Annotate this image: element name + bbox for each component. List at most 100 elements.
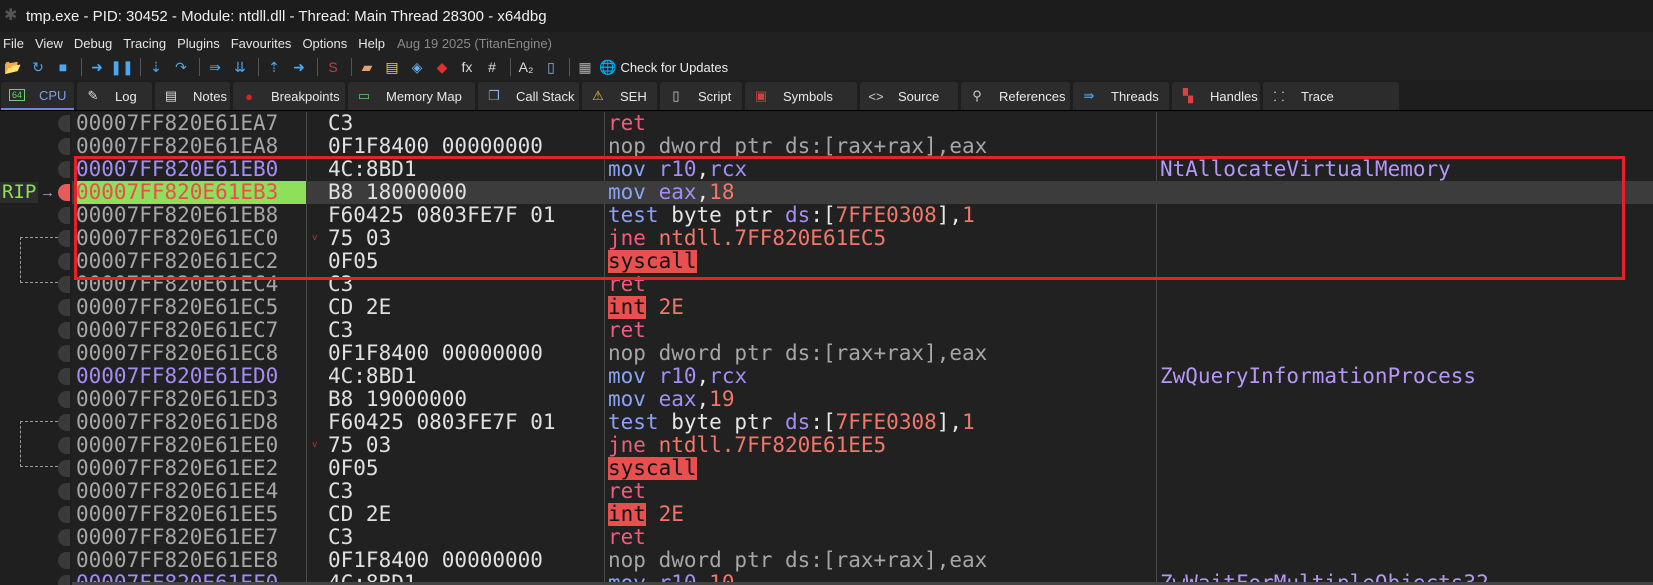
instruction-token: nop dword ptr ds:[rax+rax],eax bbox=[608, 549, 988, 572]
step-over-button[interactable]: ↷ bbox=[170, 57, 192, 77]
bookmark-button[interactable]: ◆ bbox=[431, 57, 453, 77]
disassembly-row[interactable]: 00007FF820E61EE5 CD 2E int 2E bbox=[72, 503, 1653, 526]
disassembly-row[interactable]: 00007FF820E61EC0 v 75 03 jne ntdll.7FF820E6… bbox=[72, 227, 1653, 250]
disassembly-row[interactable]: 00007FF820E61EC2 0F05 syscall bbox=[72, 250, 1653, 273]
disassembly-row[interactable]: 00007FF820E61EE0 v 75 03 jne ntdll.7FF820E6… bbox=[72, 434, 1653, 457]
toolbar-separator bbox=[199, 58, 200, 76]
open-button[interactable]: 📂 bbox=[2, 57, 24, 77]
disassembly-row[interactable]: 00007FF820E61EC8 0F1F8400 00000000 nop dwo… bbox=[72, 342, 1653, 365]
menu-favourites[interactable]: Favourites bbox=[228, 36, 300, 51]
disassembly-row[interactable]: 00007FF820E61ED3 B8 19000000 mov eax,19 bbox=[72, 388, 1653, 411]
tab-breakpoints[interactable]: ● Breakpoints bbox=[233, 82, 345, 110]
breakpoint-toggle[interactable] bbox=[58, 552, 70, 569]
instruction-token: :[ bbox=[810, 204, 836, 227]
tab-call-stack[interactable]: ❐ Call Stack bbox=[478, 82, 579, 110]
tab-references[interactable]: ⚲ References bbox=[961, 82, 1070, 110]
pause-button[interactable]: ❚❚ bbox=[110, 57, 133, 77]
breakpoint-toggle[interactable] bbox=[58, 575, 70, 585]
log-icon: ✎ bbox=[87, 88, 99, 103]
tab-notes[interactable]: ▤ Notes bbox=[155, 82, 230, 110]
breakpoint-toggle[interactable] bbox=[58, 345, 70, 362]
disassembly-row[interactable]: 00007FF820E61EC4 C3 ret bbox=[72, 273, 1653, 296]
breakpoint-toggle[interactable] bbox=[58, 506, 70, 523]
run-button[interactable]: ➜ bbox=[86, 57, 108, 77]
trace-into-button[interactable]: ⇛ bbox=[204, 57, 226, 77]
tab-script[interactable]: ▯ Script bbox=[660, 82, 742, 110]
comment-cell bbox=[1158, 480, 1653, 503]
stop-button[interactable]: ■ bbox=[52, 57, 74, 77]
breakpoint-toggle[interactable] bbox=[58, 460, 70, 477]
breakpoint-toggle[interactable] bbox=[58, 276, 70, 293]
disassembly-row[interactable]: 00007FF820E61EB8 F60425 0803FE7F 01 test b… bbox=[72, 204, 1653, 227]
breakpoint-toggle[interactable] bbox=[58, 529, 70, 546]
disassembly-row[interactable]: 00007FF820E61EE2 0F05 syscall bbox=[72, 457, 1653, 480]
instruction-token: mov bbox=[608, 388, 659, 411]
menu-options[interactable]: Options bbox=[299, 36, 355, 51]
calculator-button[interactable]: ▦ bbox=[574, 57, 596, 77]
memory-button[interactable]: ▯ bbox=[540, 57, 562, 77]
comment-button[interactable]: ▤ bbox=[381, 57, 403, 77]
check-updates-button[interactable]: 🌐 Check for Updates bbox=[599, 57, 728, 77]
breakpoint-toggle[interactable] bbox=[58, 368, 70, 385]
patch-button[interactable]: ▰ bbox=[356, 57, 378, 77]
breakpoint-toggle[interactable] bbox=[58, 391, 70, 408]
disassembly-row[interactable]: 00007FF820E61EA7 C3 ret bbox=[72, 112, 1653, 135]
disassembly-row[interactable]: 00007FF820E61EB3 B8 18000000 mov eax,18 bbox=[72, 181, 1653, 204]
breakpoint-toggle[interactable] bbox=[58, 299, 70, 316]
breakpoint-toggle[interactable] bbox=[58, 207, 70, 224]
disassembly-row[interactable]: 00007FF820E61ED0 4C:8BD1 mov r10,rcx ZwQuer… bbox=[72, 365, 1653, 388]
menu-debug[interactable]: Debug bbox=[71, 36, 120, 51]
run-to-user-code-button[interactable]: ➜ bbox=[288, 57, 310, 77]
disassembly-row[interactable]: 00007FF820E61EB0 4C:8BD1 mov r10,rcx NtAllo… bbox=[72, 158, 1653, 181]
hash-button[interactable]: # bbox=[481, 57, 503, 77]
breakpoint-toggle[interactable] bbox=[58, 138, 70, 155]
execute-till-return-button[interactable]: ⇡ bbox=[263, 57, 285, 77]
instruction-cell: syscall bbox=[606, 250, 1154, 273]
breakpoint-toggle[interactable] bbox=[58, 437, 70, 454]
menu-help[interactable]: Help bbox=[355, 36, 393, 51]
trace-over-button[interactable]: ⇊ bbox=[229, 57, 251, 77]
label-button[interactable]: ◈ bbox=[406, 57, 428, 77]
step-into-button[interactable]: ⇣ bbox=[145, 57, 167, 77]
function-button[interactable]: fx bbox=[456, 57, 478, 77]
disassembly-row[interactable]: 00007FF820E61EC7 C3 ret bbox=[72, 319, 1653, 342]
tab-trace[interactable]: ⸬ Trace bbox=[1263, 82, 1399, 110]
breakpoint-toggle[interactable] bbox=[58, 414, 70, 431]
tab-symbols[interactable]: ▣ Symbols bbox=[745, 82, 857, 110]
tab-log[interactable]: ✎ Log bbox=[77, 82, 152, 110]
menu-plugins[interactable]: Plugins bbox=[174, 36, 228, 51]
disassembly-row[interactable]: 00007FF820E61EA8 0F1F8400 00000000 nop dwo… bbox=[72, 135, 1653, 158]
toolbar-separator bbox=[140, 58, 141, 76]
tab-source[interactable]: <> Source bbox=[860, 82, 958, 110]
disassembly-row[interactable]: 00007FF820E61EE7 C3 ret bbox=[72, 526, 1653, 549]
toolbar-separator bbox=[258, 58, 259, 76]
breakpoint-toggle[interactable] bbox=[58, 115, 70, 132]
tab-threads[interactable]: ⇛ Threads bbox=[1073, 82, 1169, 110]
disassembly-row[interactable]: 00007FF820E61EC5 CD 2E int 2E bbox=[72, 296, 1653, 319]
breakpoint-toggle[interactable] bbox=[58, 483, 70, 500]
breakpoint-toggle[interactable] bbox=[58, 184, 70, 201]
disassembly-row[interactable]: 00007FF820E61ED8 F60425 0803FE7F 01 test b… bbox=[72, 411, 1653, 434]
strings-button[interactable]: A₂ bbox=[515, 57, 537, 77]
menu-file[interactable]: File bbox=[0, 36, 32, 51]
instruction-token: 1 bbox=[962, 204, 975, 227]
tab-memory-map[interactable]: ▭ Memory Map bbox=[348, 82, 475, 110]
breakpoint-toggle[interactable] bbox=[58, 322, 70, 339]
tab-seh[interactable]: ⚠ SEH bbox=[582, 82, 657, 110]
menu-tracing[interactable]: Tracing bbox=[120, 36, 174, 51]
breakpoint-toggle[interactable] bbox=[58, 230, 70, 247]
tab-handles[interactable]: ▚ Handles bbox=[1172, 82, 1260, 110]
disassembly-row[interactable]: 00007FF820E61EE8 0F1F8400 00000000 nop dwo… bbox=[72, 549, 1653, 572]
stop-icon: ■ bbox=[58, 59, 68, 75]
disassembly-view[interactable]: RIP → ▸ ▸ 00007FF820E61EA7C3ret00007FF82… bbox=[0, 112, 1653, 585]
gutter[interactable]: RIP → ▸ ▸ bbox=[0, 112, 72, 585]
bytes-cell: C3 bbox=[328, 480, 354, 503]
scylla-button[interactable]: S bbox=[322, 57, 344, 77]
breakpoint-toggle[interactable] bbox=[58, 161, 70, 178]
disassembly-row[interactable]: 00007FF820E61EE4 C3 ret bbox=[72, 480, 1653, 503]
tab-cpu[interactable]: 64 CPU bbox=[1, 82, 74, 110]
instruction-token: ret bbox=[608, 273, 646, 296]
breakpoint-toggle[interactable] bbox=[58, 253, 70, 270]
menu-view[interactable]: View bbox=[32, 36, 71, 51]
restart-button[interactable]: ↻ bbox=[27, 57, 49, 77]
